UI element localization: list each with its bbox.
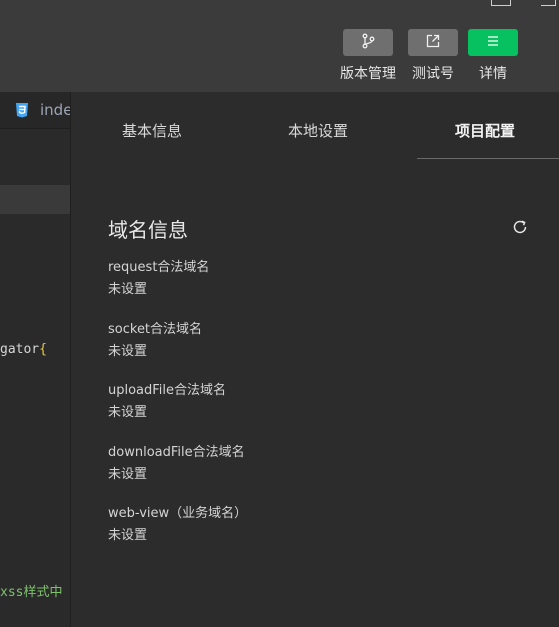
test-account-label: 测试号 (412, 66, 454, 82)
project-details-panel: 基本信息 本地设置 项目配置 域名信息 request合法域名 未设置 sock… (71, 92, 559, 627)
external-link-icon (425, 33, 441, 53)
active-tab-indicator (417, 158, 559, 159)
section-title: 域名信息 (108, 218, 188, 242)
domain-field-webview: web-view（业务域名） 未设置 (108, 505, 247, 545)
test-account-button[interactable] (408, 29, 458, 56)
tab-local-settings[interactable]: 本地设置 (288, 120, 348, 141)
field-value: 未设置 (108, 282, 148, 297)
field-label: downloadFile合法域名 (108, 445, 245, 460)
domain-field-request: request合法域名 未设置 (108, 259, 209, 299)
field-label: uploadFile合法域名 (108, 383, 227, 398)
editor-tab-filename[interactable]: inde (40, 101, 70, 119)
window-close-icon[interactable] (541, 0, 556, 6)
version-manage-label: 版本管理 (340, 66, 396, 82)
field-label: request合法域名 (108, 260, 210, 275)
field-value: 未设置 (108, 405, 148, 420)
devtools-window: 版本管理 测试号 详情 inde gator{xss样式中 基本信息 本地设置… (0, 0, 559, 627)
domain-field-downloadfile: downloadFile合法域名 未设置 (108, 444, 245, 484)
branch-icon (360, 33, 376, 53)
top-toolbar: 版本管理 测试号 详情 (0, 0, 559, 93)
code-brace: { (39, 342, 47, 357)
details-label: 详情 (479, 66, 507, 82)
field-label: socket合法域名 (108, 322, 203, 337)
field-label: web-view（业务域名） (108, 506, 248, 521)
window-control-icon[interactable] (491, 0, 511, 6)
menu-icon (485, 33, 501, 53)
code-line: xss样式中 (0, 581, 62, 600)
refresh-button[interactable] (509, 218, 531, 240)
code-line: gator{ (0, 342, 47, 357)
refresh-icon (511, 218, 529, 240)
code-editor[interactable]: inde gator{ xss样式中 (0, 92, 71, 627)
version-manage-button[interactable] (343, 29, 393, 56)
editor-tab-bar: inde (0, 92, 70, 129)
code-text: gator{ (0, 342, 47, 357)
field-value: 未设置 (108, 344, 148, 359)
field-value: 未设置 (108, 528, 148, 543)
code-comment: xss样式中 (0, 585, 63, 600)
details-button[interactable] (468, 29, 518, 56)
field-value: 未设置 (108, 467, 148, 482)
css3-icon (14, 102, 30, 122)
tab-basic-info[interactable]: 基本信息 (122, 120, 182, 141)
domain-field-uploadfile: uploadFile合法域名 未设置 (108, 382, 226, 422)
domain-field-socket: socket合法域名 未设置 (108, 321, 202, 361)
tab-project-config[interactable]: 项目配置 (455, 120, 515, 141)
current-line-highlight (0, 185, 70, 214)
